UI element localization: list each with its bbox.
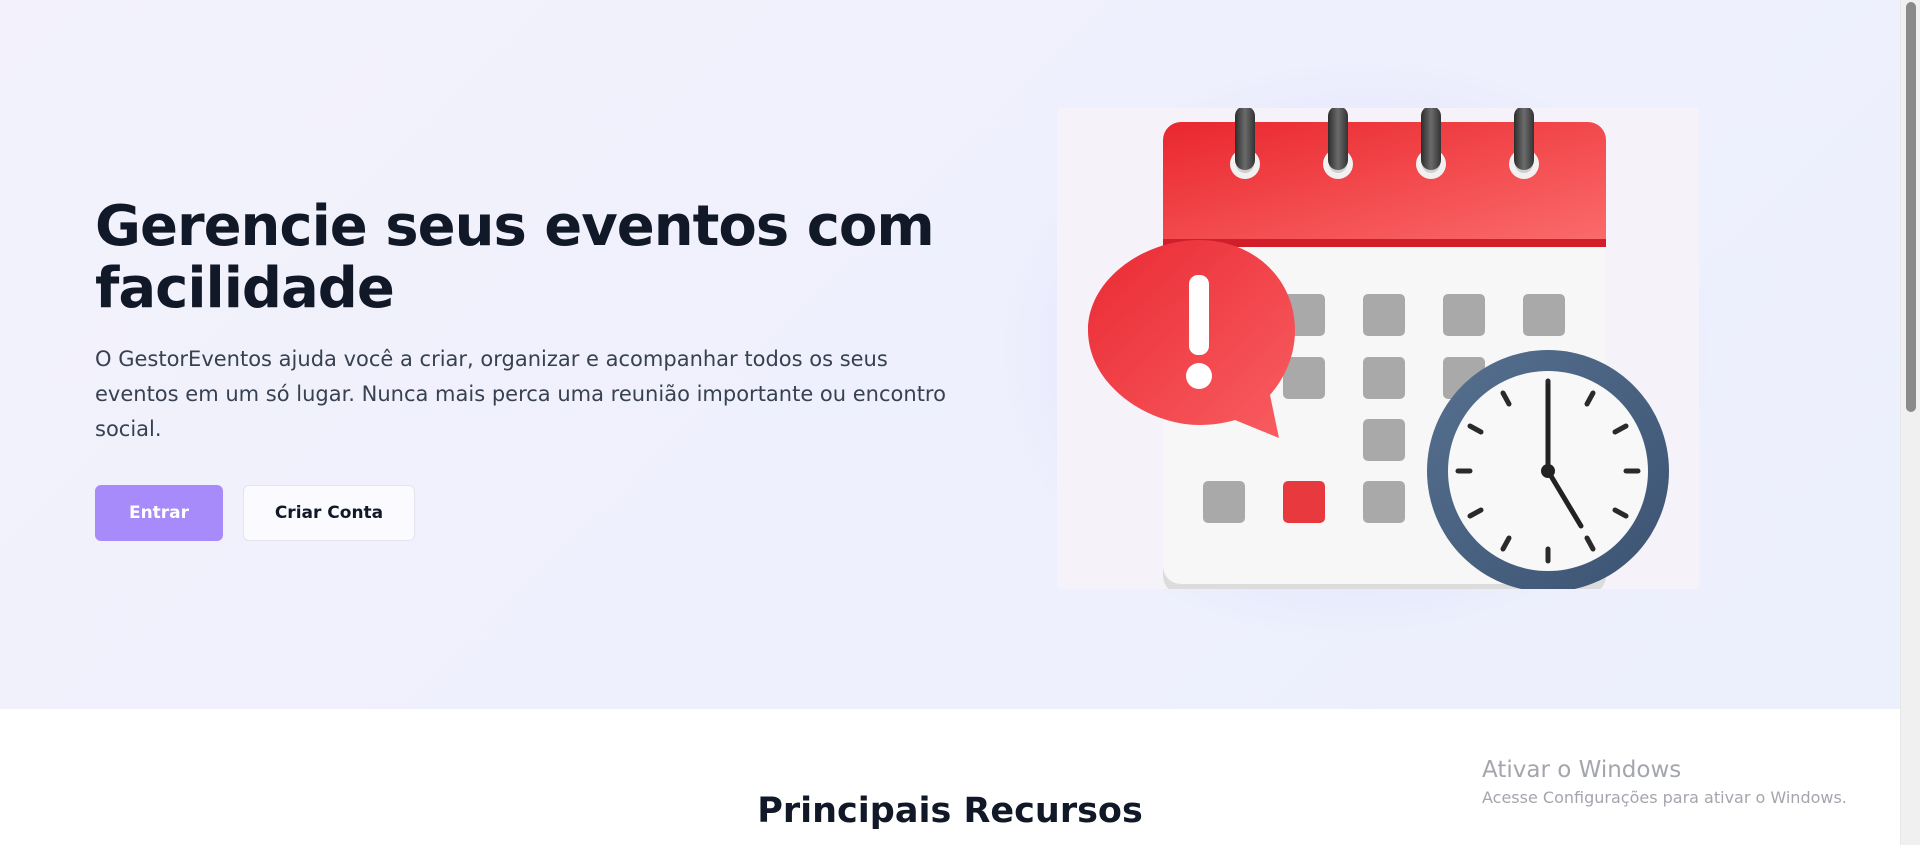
scrollbar-thumb[interactable] [1906, 2, 1916, 412]
hero-actions: Entrar Criar Conta [95, 485, 965, 541]
page: Gerencie seus eventos com facilidade O G… [0, 0, 1920, 845]
create-account-button[interactable]: Criar Conta [243, 485, 415, 541]
vertical-scrollbar[interactable] [1900, 0, 1920, 845]
hero-illustration [1057, 108, 1699, 589]
alert-bubble-icon [1088, 240, 1295, 438]
hero-section: Gerencie seus eventos com facilidade O G… [0, 0, 1900, 709]
watermark-subtitle: Acesse Configurações para ativar o Windo… [1482, 788, 1847, 807]
hero-content: Gerencie seus eventos com facilidade O G… [95, 196, 965, 541]
watermark-title: Ativar o Windows [1482, 757, 1682, 783]
hero-title: Gerencie seus eventos com facilidade [95, 194, 935, 321]
clock-icon [1427, 350, 1669, 589]
windows-activation-watermark: Ativar o Windows Acesse Configurações pa… [1482, 756, 1847, 810]
login-button[interactable]: Entrar [95, 485, 223, 541]
highlighted-day-cell [1283, 481, 1325, 523]
hero-description: O GestorEventos ajuda você a criar, orga… [95, 347, 946, 441]
calendar-clock-alert-icon [1088, 108, 1669, 589]
